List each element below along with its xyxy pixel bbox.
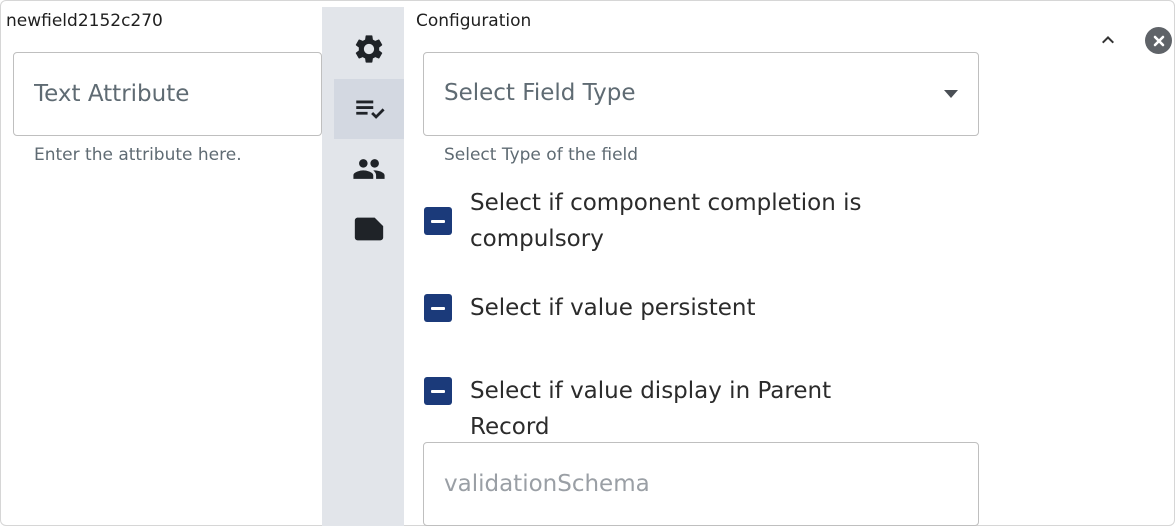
parent-display-checkbox-label: Select if value display in Parent Record: [470, 378, 832, 440]
parent-display-checkbox[interactable]: [424, 377, 452, 405]
attribute-helper-text: Enter the attribute here.: [34, 145, 242, 165]
indeterminate-dash-icon: [431, 306, 445, 310]
rail-item-users[interactable]: [334, 139, 404, 199]
field-type-select[interactable]: Select Field Type: [423, 52, 979, 136]
rail-item-notes[interactable]: [334, 199, 404, 259]
chevron-up-icon: [1102, 36, 1114, 44]
dropdown-caret-icon: [944, 90, 958, 98]
compulsory-checkbox-row[interactable]: Select if component completion is compul…: [424, 185, 890, 257]
persistent-checkbox[interactable]: [424, 294, 452, 322]
persistent-checkbox-row[interactable]: Select if value persistent: [424, 290, 910, 326]
checklist-icon: [356, 100, 385, 119]
configuration-title: Configuration: [416, 11, 532, 31]
close-button[interactable]: [1145, 27, 1172, 54]
field-type-helper-text: Select Type of the field: [444, 145, 639, 165]
gear-icon: [355, 35, 383, 63]
validation-schema-input[interactable]: [423, 442, 979, 526]
people-icon: [353, 159, 385, 179]
compulsory-checkbox-label: Select if component completion is compul…: [470, 190, 862, 252]
field-config-card: newfield2152c270 Enter the attribute her…: [0, 0, 1175, 526]
rail-item-settings[interactable]: [334, 19, 404, 79]
close-icon: [1153, 35, 1164, 46]
field-name: newfield2152c270: [6, 11, 163, 31]
collapse-button[interactable]: [1095, 27, 1121, 53]
settings-rail: [322, 7, 404, 526]
compulsory-checkbox[interactable]: [424, 207, 452, 235]
parent-display-checkbox-row[interactable]: Select if value display in Parent Record: [424, 373, 910, 445]
indeterminate-dash-icon: [431, 389, 445, 393]
text-attribute-input[interactable]: [13, 52, 322, 136]
rail-item-validation[interactable]: [334, 79, 404, 139]
persistent-checkbox-label: Select if value persistent: [470, 295, 756, 321]
field-type-select-label: Select Field Type: [444, 80, 636, 106]
indeterminate-dash-icon: [431, 219, 445, 223]
note-icon: [354, 217, 384, 241]
